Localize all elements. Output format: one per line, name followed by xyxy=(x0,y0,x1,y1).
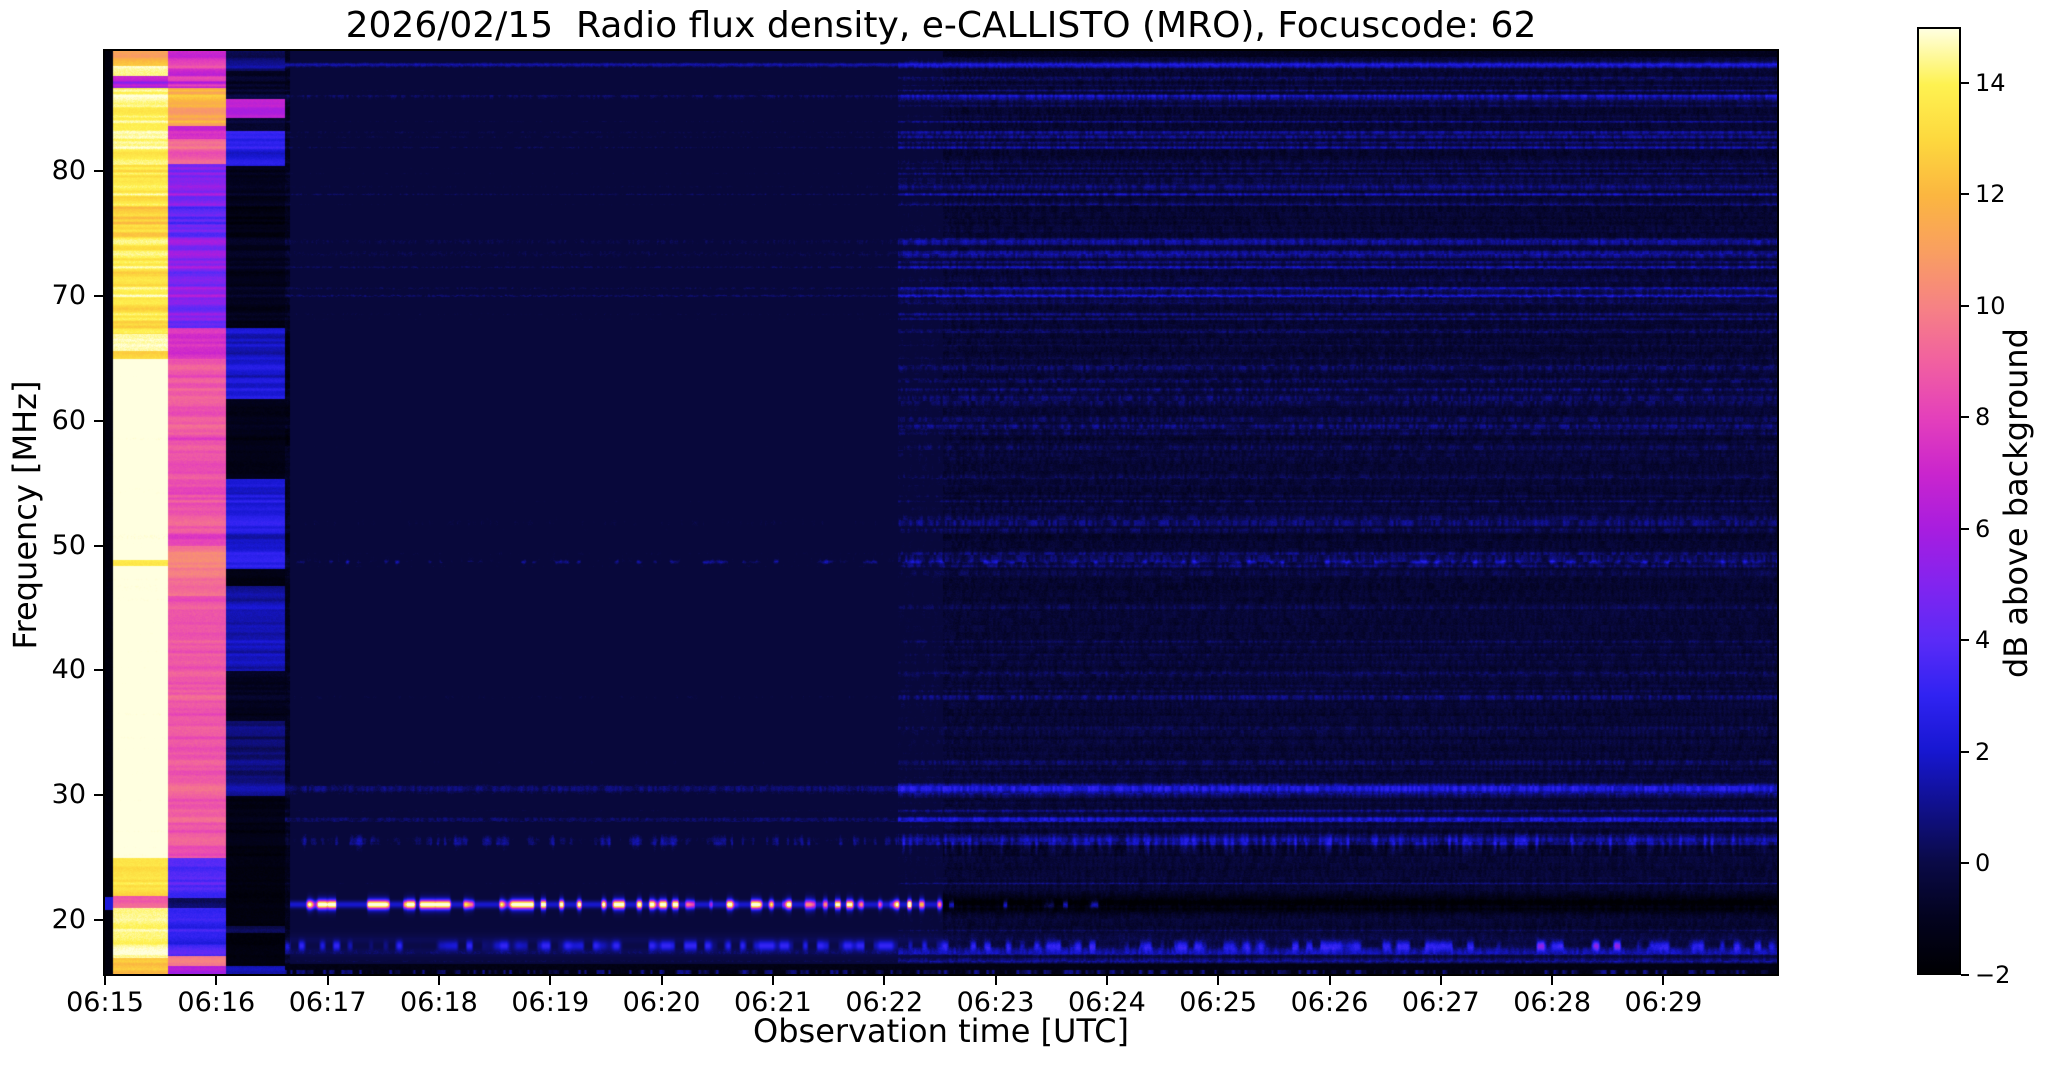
chart-title: 2026/02/15 Radio flux density, e-CALLIST… xyxy=(345,5,1537,46)
x-tick-mark xyxy=(1662,976,1665,985)
y-tick-label: 80 xyxy=(51,154,86,186)
x-tick-mark xyxy=(1217,976,1220,985)
colorbar xyxy=(1917,27,1961,975)
colorbar-tick-mark xyxy=(1961,81,1969,84)
colorbar-tick-label: 12 xyxy=(1975,180,2006,209)
x-tick-mark xyxy=(771,976,774,985)
x-tick-mark xyxy=(660,976,663,985)
colorbar-tick-mark xyxy=(1961,862,1969,865)
y-tick-label: 50 xyxy=(51,529,86,561)
plot-area xyxy=(103,49,1779,976)
x-tick-mark xyxy=(994,976,997,985)
colorbar-tick-label: 0 xyxy=(1975,849,1991,878)
x-tick-mark xyxy=(104,976,106,985)
y-tick-label: 70 xyxy=(51,279,86,311)
colorbar-tick-mark xyxy=(1961,750,1969,753)
spectrogram-canvas xyxy=(105,51,1777,974)
x-tick-mark xyxy=(549,976,552,985)
x-tick-mark xyxy=(437,976,440,985)
y-tick-mark xyxy=(94,919,103,922)
colorbar-label: dB above background xyxy=(1997,328,2035,678)
colorbar-tick-label: 14 xyxy=(1975,68,2006,97)
y-tick-mark xyxy=(94,294,103,297)
y-tick-label: 20 xyxy=(51,904,86,936)
y-tick-label: 60 xyxy=(51,404,86,436)
x-tick-mark xyxy=(1328,976,1331,985)
colorbar-tick-mark xyxy=(1961,639,1969,642)
y-tick-label: 30 xyxy=(51,779,86,811)
y-tick-mark xyxy=(94,419,103,422)
colorbar-tick-mark xyxy=(1961,974,1969,976)
x-tick-mark xyxy=(1551,976,1554,985)
x-tick-mark xyxy=(883,976,886,985)
x-tick-mark xyxy=(1105,976,1108,985)
colorbar-tick-label: 2 xyxy=(1975,737,1991,766)
y-tick-mark xyxy=(94,794,103,797)
colorbar-tick-mark xyxy=(1961,527,1969,530)
x-tick-mark xyxy=(1439,976,1442,985)
y-tick-mark xyxy=(94,169,103,172)
colorbar-tick-mark xyxy=(1961,193,1969,196)
y-tick-mark xyxy=(94,544,103,547)
x-tick-mark xyxy=(326,976,329,985)
colorbar-tick-mark xyxy=(1961,416,1969,419)
y-tick-mark xyxy=(94,669,103,672)
colorbar-tick-mark xyxy=(1961,304,1969,307)
callisto-spectrogram-figure: 2026/02/15 Radio flux density, e-CALLIST… xyxy=(0,0,2047,1067)
y-tick-label: 40 xyxy=(51,654,86,686)
colorbar-tick-label: −2 xyxy=(1975,961,2011,989)
x-tick-mark xyxy=(215,976,218,985)
x-axis-label: Observation time [UTC] xyxy=(753,1012,1129,1050)
